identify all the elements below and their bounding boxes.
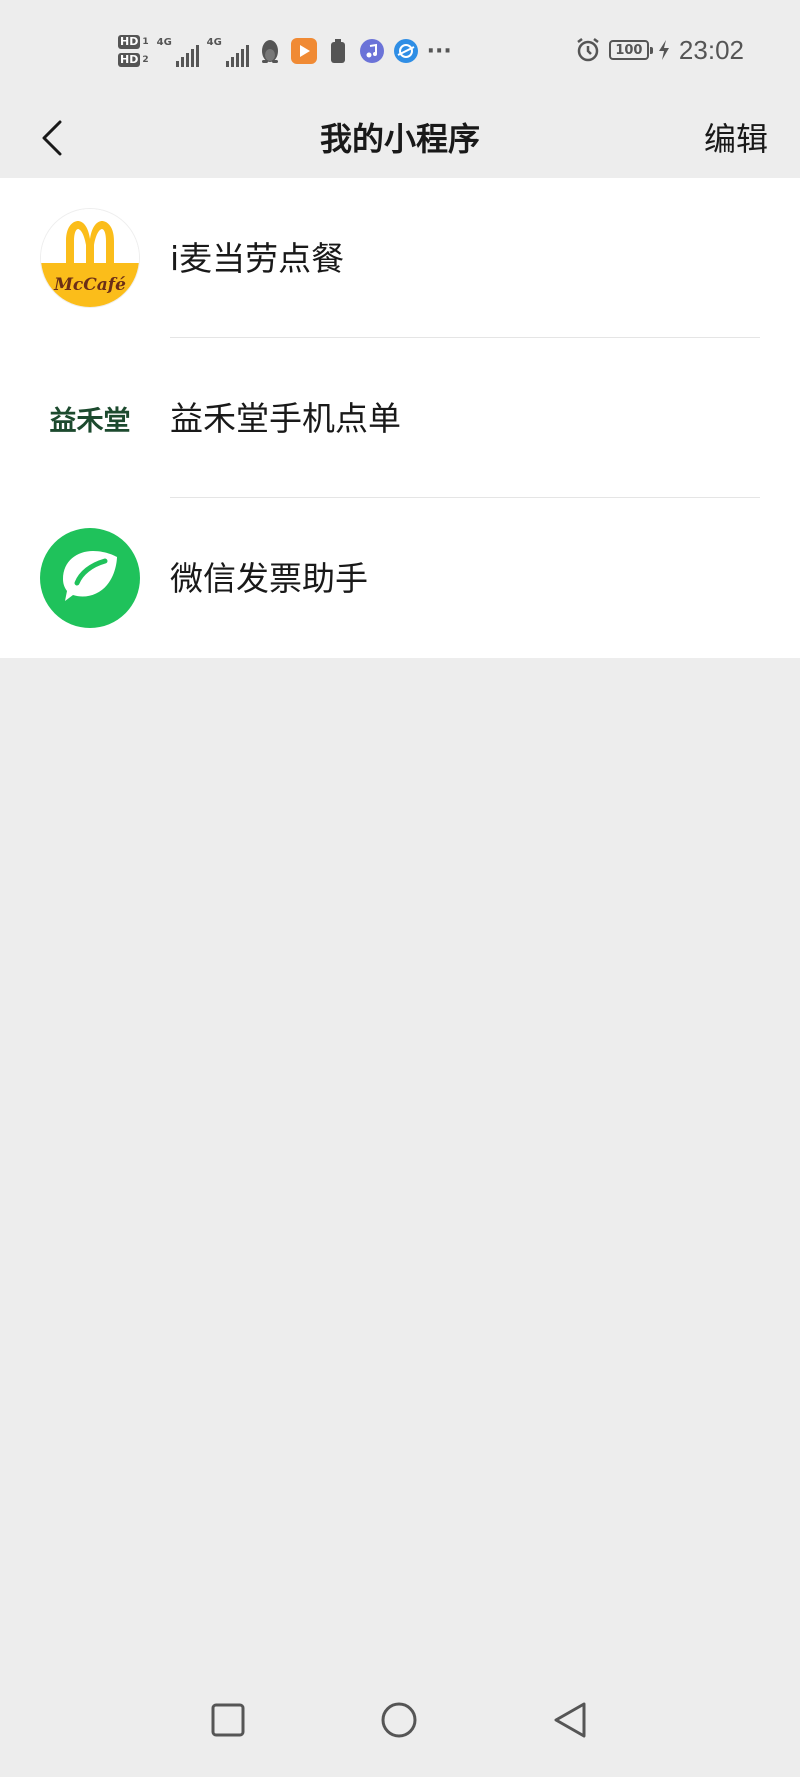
mini-program-list: McCafé i麦当劳点餐 益禾堂 益禾堂手机点单 微信发票助手 [0, 178, 800, 658]
clock: 23:02 [678, 34, 744, 65]
back-nav-button[interactable] [540, 1690, 600, 1750]
invoice-assistant-logo-icon [40, 528, 140, 628]
list-item-invoice-assistant[interactable]: 微信发票助手 [0, 498, 800, 658]
status-bar: HD 1 HD 2 4G 4G ··· 100 23:02 [0, 0, 800, 100]
yihetang-wordmark: 益禾堂 [49, 405, 131, 437]
battery-level: 100 [615, 42, 643, 58]
sim-index: 1 [142, 37, 149, 47]
sim-index: 2 [142, 55, 149, 65]
mccafe-wordmark: McCafé [54, 274, 126, 295]
list-item-label: 微信发票助手 [170, 559, 368, 598]
page-title: 我的小程序 [319, 120, 480, 158]
more-notifications-icon: ··· [426, 38, 452, 64]
recents-button[interactable] [198, 1690, 258, 1750]
signal-bars [175, 45, 199, 67]
mcdonalds-logo-icon: McCafé [40, 208, 140, 308]
charging-icon [657, 37, 671, 63]
status-right: 100 23:02 [575, 30, 744, 70]
sim1-indicator: HD 1 [118, 35, 149, 49]
hd-badge: HD [118, 53, 141, 67]
mccafe-band: McCafé [41, 262, 139, 307]
qq-penguin-icon [257, 38, 283, 64]
square-icon [211, 1703, 245, 1737]
list-item-yihetang[interactable]: 益禾堂 益禾堂手机点单 [0, 338, 800, 498]
hd-badge: HD [118, 35, 141, 49]
signal-sim1-icon: 4G [157, 31, 199, 71]
home-button[interactable] [369, 1690, 429, 1750]
edit-button[interactable]: 编辑 [704, 114, 768, 160]
signal-bars [225, 45, 249, 67]
list-item-label: i麦当劳点餐 [170, 239, 345, 278]
yihetang-logo-icon: 益禾堂 [40, 368, 140, 468]
sim-indicators: HD 1 HD 2 [118, 35, 149, 67]
list-item-label: 益禾堂手机点单 [170, 399, 401, 438]
triangle-back-icon [554, 1702, 586, 1738]
status-left: HD 1 HD 2 4G 4G ··· [118, 24, 452, 78]
circle-icon [381, 1702, 417, 1738]
system-nav-bar [0, 1690, 800, 1770]
list-item-mcdonalds[interactable]: McCafé i麦当劳点餐 [0, 178, 800, 338]
mcdonalds-arches [41, 209, 139, 263]
music-icon [359, 38, 385, 64]
battery-saver-icon [325, 38, 351, 64]
video-player-icon [290, 38, 317, 64]
network-type: 4G [206, 37, 222, 48]
battery-icon: 100 [608, 40, 653, 60]
screen: HD 1 HD 2 4G 4G ··· 100 23:02 我的小程序 编辑 M… [0, 0, 800, 1777]
alarm-icon [575, 37, 601, 63]
browser-icon [393, 38, 419, 64]
signal-sim2-icon: 4G [207, 31, 249, 71]
network-type: 4G [156, 37, 172, 48]
sim2-indicator: HD 2 [118, 53, 149, 67]
nav-bar: 我的小程序 编辑 [0, 100, 800, 178]
